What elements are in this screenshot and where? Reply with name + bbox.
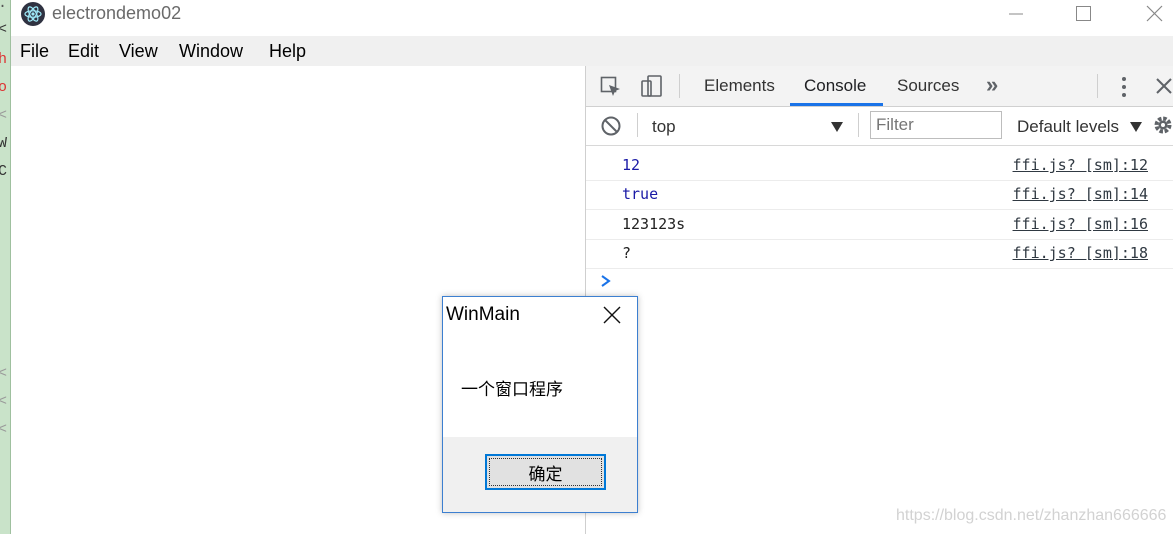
bg-glyph: o [0, 74, 7, 102]
minimize-icon [1009, 13, 1023, 15]
menu-bar: File Edit View Window Help [11, 36, 1173, 66]
devtools-toolbar: Elements Console Sources » [586, 66, 1173, 107]
dialog-footer: 确定 [443, 437, 637, 512]
tab-sources[interactable]: Sources [897, 76, 959, 96]
log-source-link[interactable]: ffi.js? [sm]:14 [1013, 185, 1148, 203]
toolbar-divider [637, 113, 638, 137]
more-tabs-icon[interactable]: » [986, 72, 998, 98]
console-toolbar: top Default levels [586, 107, 1173, 146]
tab-console[interactable]: Console [804, 76, 866, 96]
watermark: https://blog.csdn.net/zhanzhan666666 [896, 507, 1167, 524]
filter-input[interactable] [871, 112, 1001, 138]
gear-icon[interactable] [1152, 114, 1173, 141]
minimize-button[interactable] [993, 0, 1039, 30]
dialog-message: 一个窗口程序 [461, 380, 563, 400]
log-message: ? [622, 244, 632, 262]
message-box-dialog: WinMain 一个窗口程序 确定 [442, 296, 638, 513]
maximize-button[interactable] [1061, 0, 1107, 30]
bg-glyph: W [0, 130, 7, 158]
dialog-close-icon[interactable] [603, 306, 621, 324]
clear-console-icon[interactable] [600, 115, 622, 142]
log-message: 12 [622, 156, 641, 174]
tab-elements[interactable]: Elements [704, 76, 775, 96]
close-devtools-icon[interactable] [1154, 76, 1173, 101]
devtools-panel: Elements Console Sources » top Filter De… [585, 66, 1173, 534]
context-selector[interactable]: top [652, 117, 676, 137]
bg-glyph: < [0, 388, 7, 416]
bg-glyph: < [0, 102, 7, 130]
filter-field [870, 111, 1002, 139]
menu-view[interactable]: View [119, 41, 158, 62]
close-button[interactable] [1131, 0, 1173, 30]
bg-glyph: < [0, 360, 7, 388]
toolbar-divider [858, 113, 859, 137]
bg-glyph: h [0, 46, 7, 74]
toolbar-divider [679, 74, 680, 98]
menu-help[interactable]: Help [269, 41, 306, 62]
console-log-row: true ffi.js? [sm]:14 [586, 180, 1173, 210]
kebab-menu-icon[interactable] [1114, 76, 1134, 103]
console-prompt-icon[interactable] [600, 274, 612, 293]
log-source-link[interactable]: ffi.js? [sm]:12 [1013, 156, 1148, 174]
menu-edit[interactable]: Edit [68, 41, 99, 62]
electron-logo-icon [21, 2, 45, 26]
title-bar[interactable]: electrondemo02 [11, 0, 1173, 36]
log-levels-selector[interactable]: Default levels [1017, 117, 1119, 137]
focus-ring [489, 458, 602, 486]
close-icon [1146, 5, 1163, 22]
background-window-strip: .. < h o < W C < < < [0, 0, 11, 534]
window-title: electrondemo02 [52, 3, 182, 23]
levels-dropdown-icon[interactable] [1129, 120, 1143, 138]
log-source-link[interactable]: ffi.js? [sm]:18 [1013, 244, 1148, 262]
console-log-row: 12 ffi.js? [sm]:12 [586, 151, 1173, 181]
inspect-element-icon[interactable] [600, 76, 622, 103]
log-source-link[interactable]: ffi.js? [sm]:16 [1013, 215, 1148, 233]
toolbar-divider [1097, 74, 1098, 98]
bg-glyph: < [0, 416, 7, 444]
menu-file[interactable]: File [20, 41, 49, 62]
device-toolbar-icon[interactable] [640, 74, 664, 103]
bg-glyph: < [0, 16, 7, 44]
log-message: 123123s [622, 215, 686, 233]
console-log-row: 123123s ffi.js? [sm]:16 [586, 210, 1173, 240]
console-log-row: ? ffi.js? [sm]:18 [586, 239, 1173, 269]
context-dropdown-icon[interactable] [830, 120, 844, 138]
menu-window[interactable]: Window [179, 41, 243, 62]
ok-button[interactable]: 确定 [485, 454, 606, 490]
bg-glyph: C [0, 158, 7, 186]
active-tab-indicator [790, 103, 883, 106]
log-message: true [622, 185, 659, 203]
dialog-title: WinMain [446, 304, 520, 325]
maximize-icon [1076, 6, 1091, 21]
